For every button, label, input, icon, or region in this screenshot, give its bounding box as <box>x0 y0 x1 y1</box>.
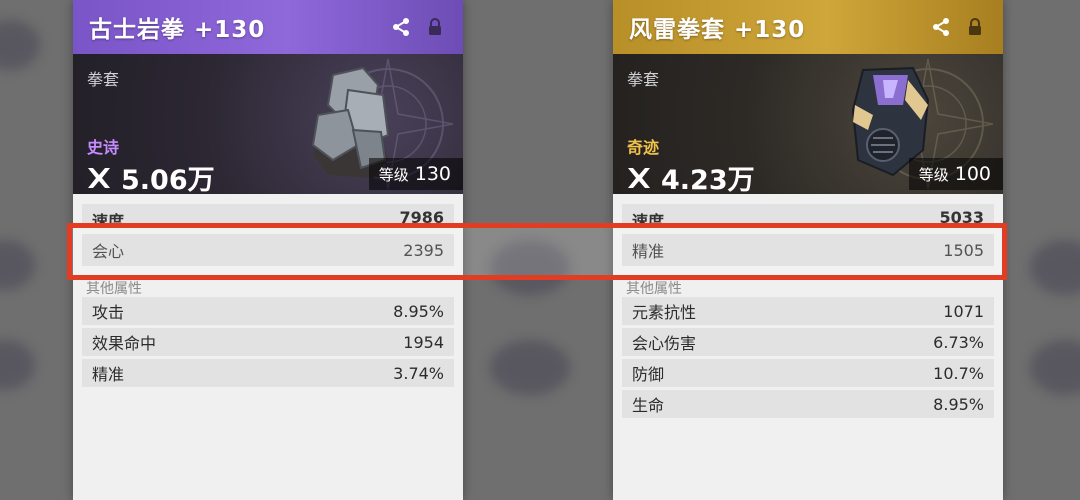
background-decoration <box>490 340 570 395</box>
highlight-annotation-box <box>67 223 1007 280</box>
stat-label: 元素抗性 <box>632 303 697 322</box>
stat-value: 1071 <box>943 301 984 321</box>
stat-value: 8.95% <box>393 301 444 321</box>
main-stat-row: 速度 5033 <box>622 204 994 224</box>
other-stats-heading: 其他属性 <box>626 281 682 297</box>
share-icon[interactable] <box>931 17 951 37</box>
card-header: 风雷拳套 +130 <box>613 0 1003 54</box>
level-label: 等级 <box>378 165 409 184</box>
sub-stat-row: 生命 8.95% <box>622 390 994 418</box>
lock-icon[interactable] <box>965 17 985 37</box>
stat-label: 速度 <box>92 212 125 224</box>
item-category: 拳套 <box>627 70 660 89</box>
sub-stat-row: 效果命中 1954 <box>82 328 454 356</box>
power-icon <box>88 167 110 188</box>
level-value: 130 <box>414 163 451 185</box>
stat-value: 7986 <box>399 208 444 224</box>
background-decoration <box>1030 340 1080 395</box>
stat-label: 防御 <box>632 365 665 384</box>
card-header: 古士岩拳 +130 <box>73 0 463 54</box>
stat-value: 6.73% <box>933 332 984 352</box>
background-decoration <box>0 20 40 70</box>
combat-power: 4.23万 <box>625 158 755 194</box>
level-value: 100 <box>954 163 991 185</box>
other-stats-heading: 其他属性 <box>86 281 142 297</box>
level-badge: 等级 100 <box>909 158 1003 190</box>
stat-label: 攻击 <box>92 303 125 322</box>
sub-stat-row: 元素抗性 1071 <box>622 297 994 325</box>
stat-value: 8.95% <box>933 394 984 414</box>
stat-value: 1954 <box>403 332 444 352</box>
level-badge: 等级 130 <box>369 158 463 190</box>
item-name: 古士岩拳 +130 <box>89 17 266 43</box>
sub-stat-row: 攻击 8.95% <box>82 297 454 325</box>
combat-power: 5.06万 <box>85 158 215 194</box>
level-label: 等级 <box>918 165 949 184</box>
background-decoration <box>0 240 35 290</box>
share-icon[interactable] <box>391 17 411 37</box>
main-stat-row: 速度 7986 <box>82 204 454 224</box>
power-value: 5.06万 <box>121 165 215 194</box>
background-decoration <box>1030 240 1080 295</box>
background-decoration <box>0 340 35 390</box>
power-icon <box>628 167 650 188</box>
item-name: 风雷拳套 +130 <box>629 17 806 43</box>
stat-label: 精准 <box>92 365 125 384</box>
sub-stat-row: 防御 10.7% <box>622 359 994 387</box>
stat-label: 生命 <box>632 396 665 415</box>
item-hero-panel: 拳套 史诗 5.06万 等级 130 <box>73 54 463 194</box>
stat-value: 10.7% <box>933 363 984 383</box>
power-value: 4.23万 <box>661 165 755 194</box>
stat-label: 效果命中 <box>92 334 157 353</box>
stat-label: 速度 <box>632 212 665 224</box>
stat-label: 会心伤害 <box>632 334 697 353</box>
rarity-label: 奇迹 <box>627 138 660 157</box>
item-hero-panel: 拳套 奇迹 4.23万 等级 100 <box>613 54 1003 194</box>
sub-stat-row: 精准 3.74% <box>82 359 454 387</box>
item-category: 拳套 <box>87 70 120 89</box>
stat-value: 3.74% <box>393 363 444 383</box>
sub-stat-row: 会心伤害 6.73% <box>622 328 994 356</box>
lock-icon[interactable] <box>425 17 445 37</box>
stat-value: 5033 <box>939 208 984 224</box>
rarity-label: 史诗 <box>87 138 120 157</box>
